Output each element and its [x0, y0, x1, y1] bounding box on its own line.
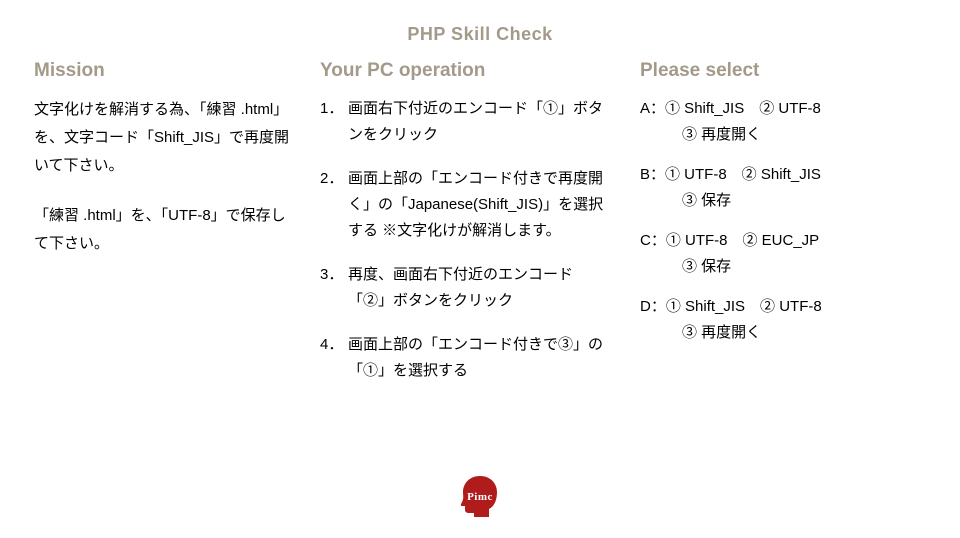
select-option-c[interactable]: C：① UTF-8 ② EUC_JP ③ 保存	[640, 228, 930, 280]
option-label: A：	[640, 100, 665, 117]
mission-paragraph: 文字化けを解消する為、「練習 .html」を、文字コード「Shift_JIS」で…	[34, 96, 294, 180]
page-title: PHP Skill Check	[0, 24, 960, 45]
mission-heading: Mission	[34, 60, 294, 82]
footer: Pimc	[0, 473, 960, 524]
page: PHP Skill Check Mission 文字化けを解消する為、「練習 .…	[0, 0, 960, 538]
pimc-head-icon: Pimc	[455, 473, 505, 519]
option-line2: ③ 再度開く	[640, 320, 930, 346]
option-line1: ① Shift_JIS ② UTF-8	[666, 298, 822, 315]
operations-heading: Your PC operation	[320, 60, 610, 82]
option-line1: ① UTF-8 ② EUC_JP	[666, 232, 819, 249]
operations-list: 画面右下付近のエンコード「①」ボタンをクリック 画面上部の「エンコード付きで再度…	[320, 96, 610, 384]
operations-item: 画面上部の「エンコード付きで再度開く」の「Japanese(Shift_JIS)…	[348, 166, 610, 244]
mission-paragraph: 「練習 .html」を、「UTF-8」で保存して下さい。	[34, 202, 294, 258]
option-label: C：	[640, 232, 666, 249]
select-option-a[interactable]: A：① Shift_JIS ② UTF-8 ③ 再度開く	[640, 96, 930, 148]
option-line2: ③ 再度開く	[640, 122, 930, 148]
option-line2: ③ 保存	[640, 188, 930, 214]
pimc-brand-label: Pimc	[455, 491, 505, 503]
select-column: Please select A：① Shift_JIS ② UTF-8 ③ 再度…	[640, 60, 930, 360]
operations-item: 画面右下付近のエンコード「①」ボタンをクリック	[348, 96, 610, 148]
option-line1: ① UTF-8 ② Shift_JIS	[665, 166, 821, 183]
option-label: D：	[640, 298, 666, 315]
select-option-b[interactable]: B：① UTF-8 ② Shift_JIS ③ 保存	[640, 162, 930, 214]
mission-body: 文字化けを解消する為、「練習 .html」を、文字コード「Shift_JIS」で…	[34, 96, 294, 258]
option-line1: ① Shift_JIS ② UTF-8	[665, 100, 821, 117]
option-line2: ③ 保存	[640, 254, 930, 280]
select-options-list: A：① Shift_JIS ② UTF-8 ③ 再度開く B：① UTF-8 ②…	[640, 96, 930, 346]
operations-item: 再度、画面右下付近のエンコード「②」ボタンをクリック	[348, 262, 610, 314]
operations-column: Your PC operation 画面右下付近のエンコード「①」ボタンをクリッ…	[320, 60, 610, 402]
operations-item: 画面上部の「エンコード付きで③」の「①」を選択する	[348, 332, 610, 384]
mission-column: Mission 文字化けを解消する為、「練習 .html」を、文字コード「Shi…	[34, 60, 294, 280]
select-heading: Please select	[640, 60, 930, 82]
select-option-d[interactable]: D：① Shift_JIS ② UTF-8 ③ 再度開く	[640, 294, 930, 346]
option-label: B：	[640, 166, 665, 183]
